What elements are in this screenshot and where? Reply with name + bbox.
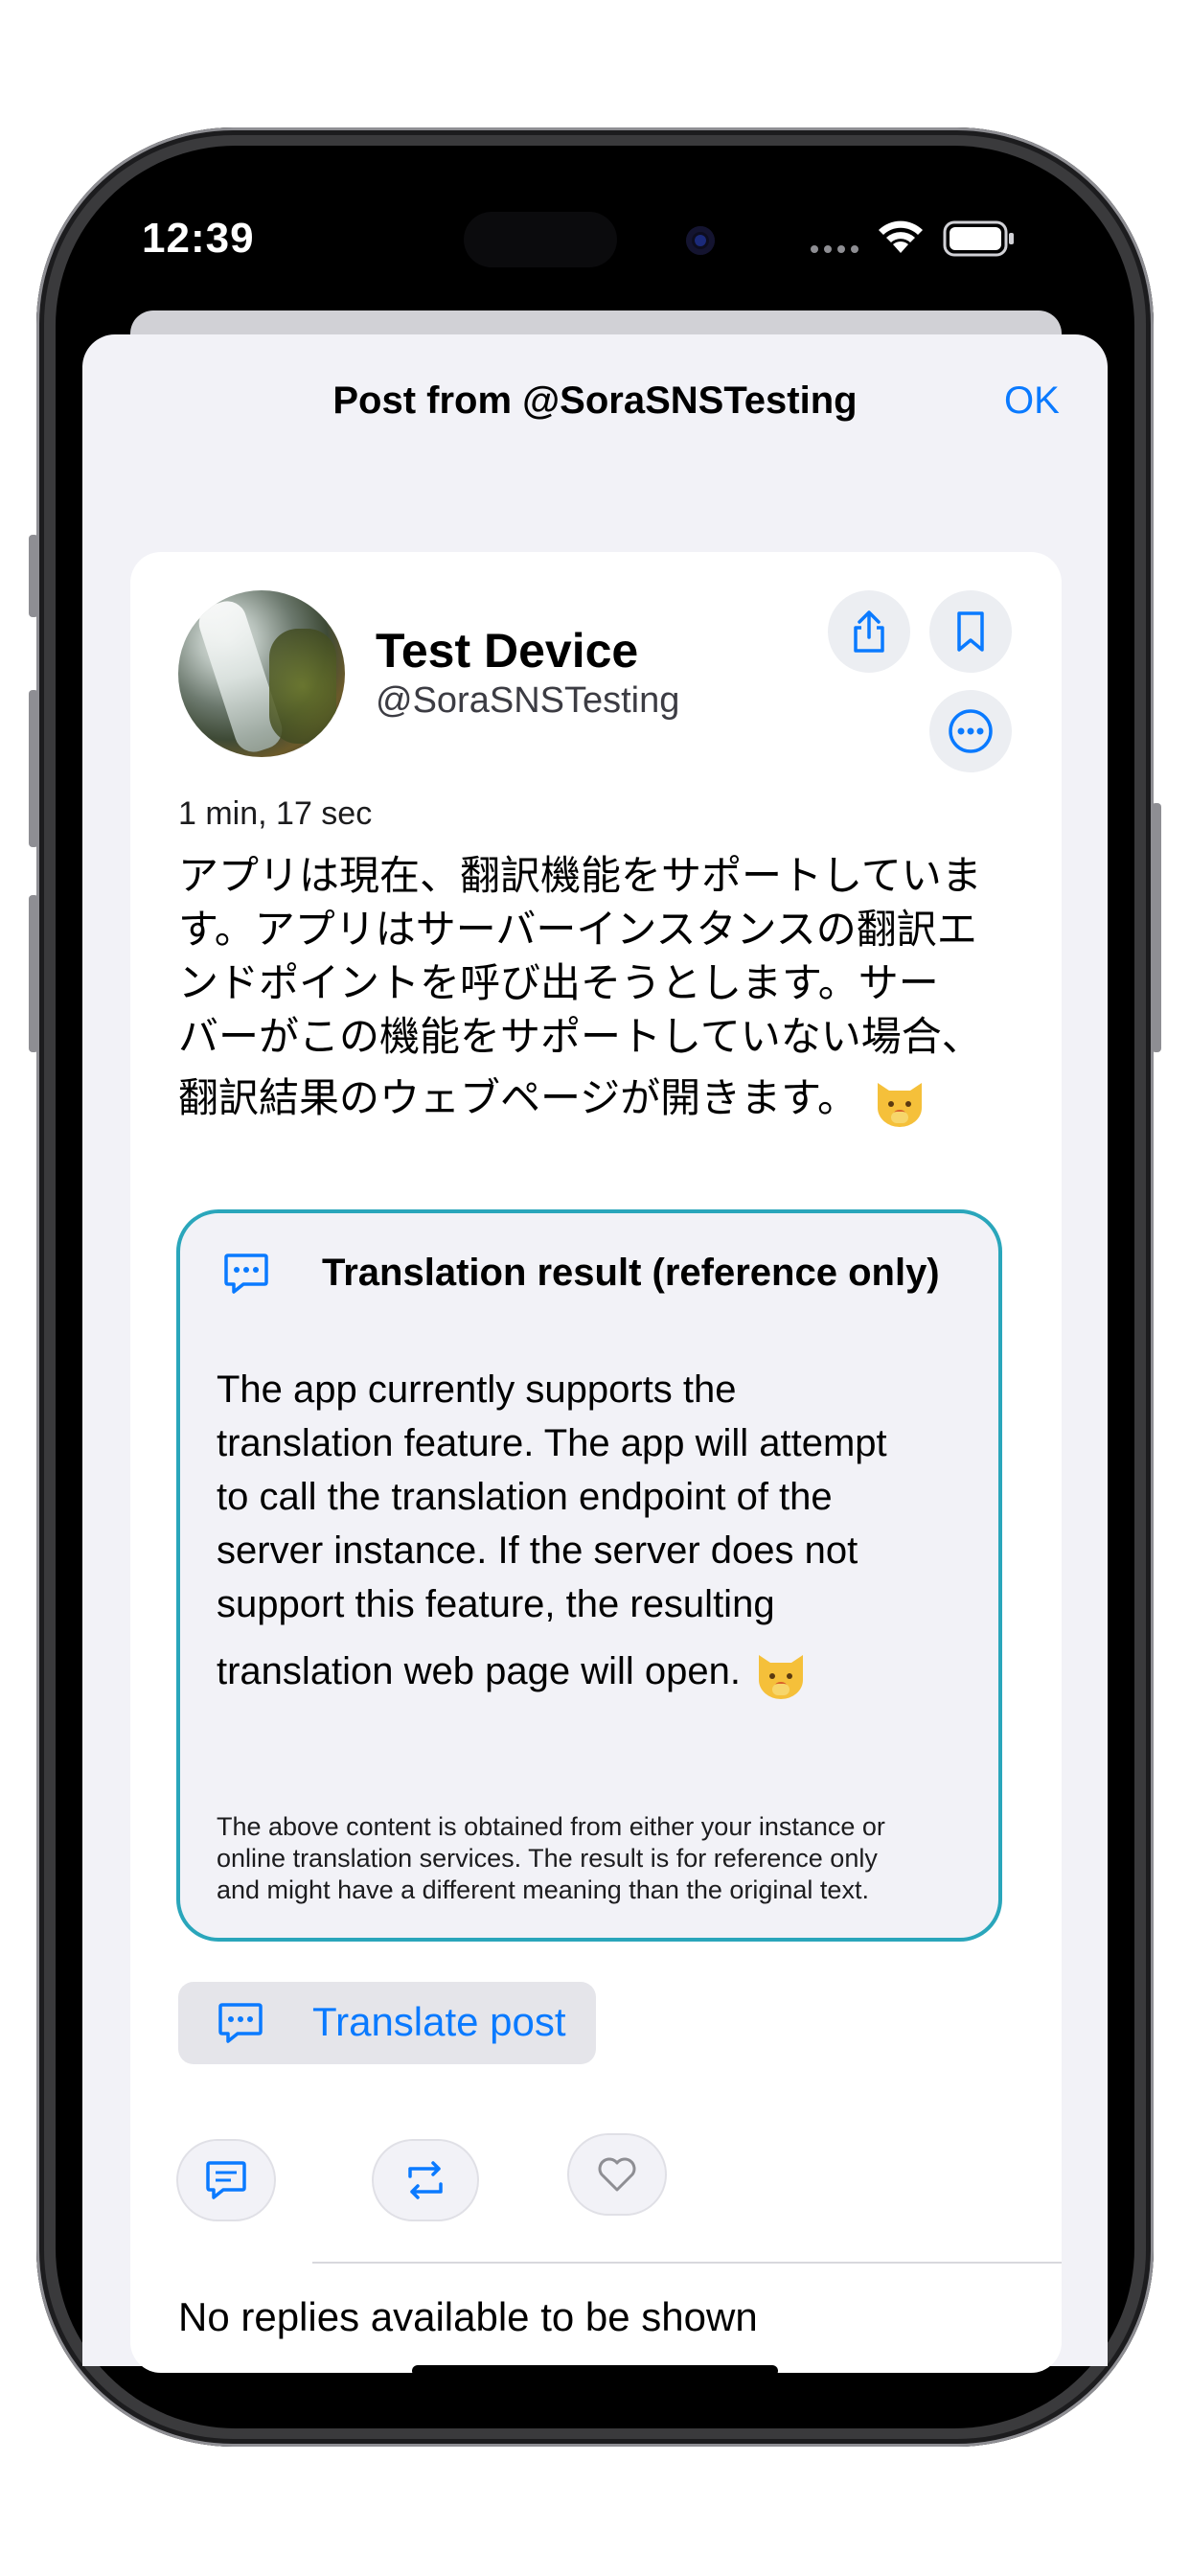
translation-text-line: server instance. If the server does not bbox=[217, 1530, 858, 1572]
volume-down-button bbox=[29, 895, 38, 1052]
post-text: アプリは現在、翻訳機能をサポートしていま す。アプリはサーバーインスタンスの翻訳… bbox=[178, 849, 1021, 1129]
translation-text-line: translation web page will open. bbox=[217, 1650, 742, 1692]
display-name[interactable]: Test Device bbox=[376, 623, 638, 678]
post-text-line: す。アプリはサーバーインスタンスの翻訳エ bbox=[178, 906, 977, 953]
disclaimer-line: online translation services. The result … bbox=[217, 1844, 878, 1873]
translation-text-line: translation feature. The app will attemp… bbox=[217, 1422, 887, 1464]
disclaimer-line: and might have a different meaning than … bbox=[217, 1875, 869, 1904]
divider bbox=[312, 2262, 1062, 2264]
cat-emoji-icon bbox=[759, 1655, 804, 1700]
ok-button[interactable]: OK bbox=[1004, 380, 1060, 423]
volume-up-button bbox=[29, 690, 38, 847]
share-icon bbox=[854, 610, 884, 653]
user-handle[interactable]: @SoraSNSTesting bbox=[376, 680, 679, 722]
cat-emoji-icon bbox=[878, 1082, 923, 1127]
post-text-line: アプリは現在、翻訳機能をサポートしていま bbox=[178, 852, 982, 899]
bookmark-icon bbox=[957, 611, 984, 652]
ellipsis-circle-icon bbox=[949, 709, 993, 753]
post-timestamp: 1 min, 17 sec bbox=[178, 795, 373, 832]
translation-title: Translation result (reference only) bbox=[322, 1252, 940, 1294]
heart-icon bbox=[598, 2157, 636, 2192]
post-text-line: 翻訳結果のウェブページが開きます。 bbox=[178, 1074, 858, 1121]
repost-button[interactable] bbox=[372, 2139, 479, 2221]
like-button[interactable] bbox=[567, 2133, 667, 2216]
post-text-line: ンドポイントを呼び出そうとします。サー bbox=[178, 959, 939, 1006]
more-button[interactable] bbox=[929, 690, 1012, 772]
wifi-icon bbox=[879, 220, 923, 253]
post-text-line: バーがこの機能をサポートしていない場合、 bbox=[178, 1013, 982, 1060]
no-replies-text: No replies available to be shown bbox=[178, 2294, 758, 2339]
bookmark-button[interactable] bbox=[929, 590, 1012, 673]
translation-text: The app currently supports the translati… bbox=[217, 1363, 983, 1701]
home-indicator[interactable] bbox=[412, 2365, 778, 2377]
camera-icon bbox=[686, 226, 715, 255]
share-button[interactable] bbox=[828, 590, 910, 673]
speech-bubble-icon bbox=[224, 1254, 268, 1294]
translation-disclaimer: The above content is obtained from eithe… bbox=[217, 1811, 993, 1906]
reply-icon bbox=[206, 2161, 246, 2199]
translation-text-line: to call the translation endpoint of the bbox=[217, 1476, 833, 1518]
action-button bbox=[29, 535, 38, 617]
translation-text-line: support this feature, the resulting bbox=[217, 1583, 775, 1625]
translate-post-label[interactable]: Translate post bbox=[312, 1999, 566, 2045]
dynamic-island bbox=[464, 212, 617, 267]
repost-icon bbox=[408, 2161, 443, 2199]
status-time: 12:39 bbox=[142, 215, 255, 262]
translation-text-line: The app currently supports the bbox=[217, 1368, 737, 1411]
reply-button[interactable] bbox=[176, 2139, 276, 2221]
power-button bbox=[1152, 803, 1161, 1052]
avatar[interactable] bbox=[178, 590, 345, 757]
speech-bubble-icon bbox=[218, 2003, 263, 2043]
signal-dots-icon bbox=[811, 245, 858, 253]
battery-icon bbox=[943, 220, 1014, 257]
disclaimer-line: The above content is obtained from eithe… bbox=[217, 1812, 885, 1841]
